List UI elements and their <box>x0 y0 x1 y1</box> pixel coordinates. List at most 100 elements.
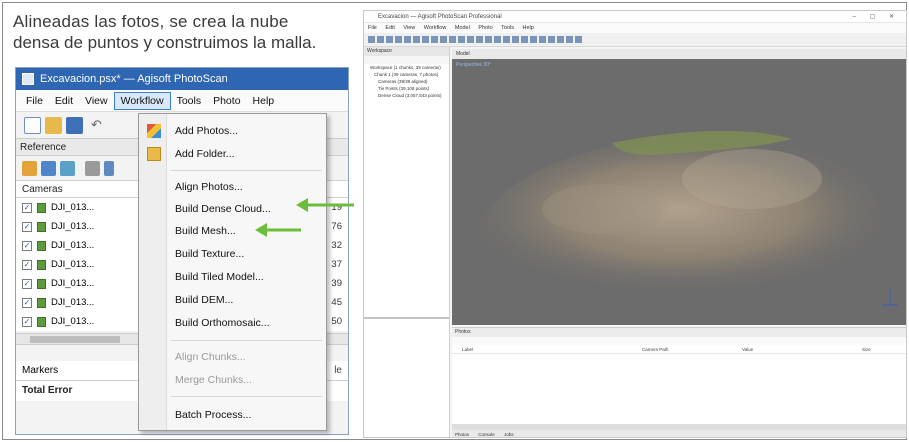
column-header[interactable]: Camera Path <box>642 345 669 354</box>
toolbar-button-icon[interactable] <box>494 36 501 43</box>
camera-icon <box>37 297 46 308</box>
screenshot-menu-item[interactable]: File <box>368 25 377 31</box>
tree-item[interactable]: Tie Points (39,108 points) <box>364 85 449 92</box>
perspective-label: Perspective 30° <box>456 62 492 68</box>
toolbar-button-icon[interactable] <box>395 36 402 43</box>
menu-view[interactable]: View <box>79 93 114 109</box>
camera-label: DJI_013... <box>51 240 95 251</box>
menu-file[interactable]: File <box>20 93 49 109</box>
tree-item[interactable]: Chunk 1 (39 cameras, 7 photos) <box>364 71 449 78</box>
menu-item-label: Build Orthomosaic... <box>175 317 270 329</box>
camera-checkbox[interactable]: ✓ <box>22 259 32 270</box>
menu-item-label: Merge Chunks... <box>175 374 253 386</box>
toolbar-button-icon[interactable] <box>404 36 411 43</box>
open-folder-icon[interactable] <box>45 116 62 134</box>
window-controls-icon: – ▢ ✕ <box>852 14 900 20</box>
toolbar-button-icon[interactable] <box>449 36 456 43</box>
screenshot-menu-item[interactable]: Workflow <box>424 25 447 31</box>
toolbar-button-icon[interactable] <box>368 36 375 43</box>
camera-icon <box>37 221 46 232</box>
menu-item-batch-process[interactable]: Batch Process... <box>139 404 326 426</box>
screenshot-menu-item[interactable]: Photo <box>478 25 492 31</box>
column-header[interactable]: Size <box>862 345 871 354</box>
camera-label: DJI_013... <box>51 316 95 327</box>
toolbar-button-icon[interactable] <box>467 36 474 43</box>
tree-item[interactable]: Cameras (39/39 aligned) <box>364 78 449 85</box>
pane-splitter[interactable] <box>364 317 449 319</box>
camera-checkbox[interactable]: ✓ <box>22 240 32 251</box>
toolbar-button-icon[interactable] <box>440 36 447 43</box>
screenshot-menu-item[interactable]: Edit <box>385 25 394 31</box>
toolbar-button-icon[interactable] <box>377 36 384 43</box>
screenshot-menu-item[interactable]: View <box>403 25 415 31</box>
import-icon[interactable] <box>22 160 37 176</box>
menu-separator <box>171 396 322 397</box>
camera-icon <box>37 316 46 327</box>
model-tab[interactable]: Model <box>452 49 906 59</box>
tab-photos[interactable]: Photos <box>455 432 469 437</box>
menu-item-align-photos[interactable]: Align Photos... <box>139 176 326 198</box>
toolbar-button-icon[interactable] <box>431 36 438 43</box>
column-header[interactable]: Label <box>462 345 473 354</box>
toolbar-button-icon[interactable] <box>539 36 546 43</box>
menu-item-build-dem[interactable]: Build DEM... <box>139 289 326 311</box>
menu-item-build-orthomosaic[interactable]: Build Orthomosaic... <box>139 312 326 334</box>
tab-jobs[interactable]: Jobs <box>504 432 514 437</box>
screenshot-menu-item[interactable]: Model <box>455 25 470 31</box>
toolbar-button-icon[interactable] <box>530 36 537 43</box>
toolbar-button-icon[interactable] <box>386 36 393 43</box>
workspace-toolbar <box>364 56 449 64</box>
camera-checkbox[interactable]: ✓ <box>22 316 32 327</box>
menu-item-label: Align Chunks... <box>175 351 246 363</box>
export-icon[interactable] <box>41 160 56 176</box>
model-viewport[interactable]: Perspective 30° <box>452 59 906 325</box>
toolbar-button-icon[interactable] <box>476 36 483 43</box>
convert-icon[interactable] <box>60 160 75 176</box>
toolbar-button-icon[interactable] <box>458 36 465 43</box>
toolbar-button-icon[interactable] <box>521 36 528 43</box>
slide-caption: Alineadas las fotos, se crea la nube den… <box>13 11 363 53</box>
column-header[interactable]: Value <box>742 345 753 354</box>
menu-help[interactable]: Help <box>247 93 281 109</box>
toolbar-button-icon[interactable] <box>548 36 555 43</box>
menu-item-add-photos[interactable]: Add Photos... <box>139 120 326 142</box>
camera-checkbox[interactable]: ✓ <box>22 221 32 232</box>
bottom-tabs: Photos Console Jobs <box>452 430 906 437</box>
toolbar-button-icon[interactable] <box>503 36 510 43</box>
menu-item-add-folder[interactable]: Add Folder... <box>139 143 326 165</box>
tab-console[interactable]: Console <box>478 432 495 437</box>
window-titlebar: Excavacion.psx* — Agisoft PhotoScan <box>16 68 348 90</box>
toolbar-button-icon[interactable] <box>575 36 582 43</box>
menu-tools[interactable]: Tools <box>171 93 208 109</box>
scrollbar-thumb[interactable] <box>30 336 120 343</box>
menu-item-build-texture[interactable]: Build Texture... <box>139 243 326 265</box>
toolbar-button-icon[interactable] <box>512 36 519 43</box>
menu-item-build-tiled-model[interactable]: Build Tiled Model... <box>139 266 326 288</box>
menu-edit[interactable]: Edit <box>49 93 79 109</box>
arrow-left-icon <box>255 223 301 237</box>
screenshot-menu-bar: File Edit View Workflow Model Photo Tool… <box>364 23 906 33</box>
toolbar-button-icon[interactable] <box>557 36 564 43</box>
screenshot-menu-item[interactable]: Tools <box>501 25 514 31</box>
tree-item[interactable]: Workspace (1 chunks, 39 cameras) <box>364 64 449 71</box>
tree-item[interactable]: Dense Cloud (3,057,543 points) <box>364 92 449 99</box>
photoscan-full-screenshot: Excavacion — Agisoft PhotoScan Professio… <box>363 10 907 438</box>
settings-icon[interactable] <box>85 160 100 176</box>
screenshot-menu-item[interactable]: Help <box>523 25 534 31</box>
toolbar-button-icon[interactable] <box>413 36 420 43</box>
undo-icon[interactable]: ↶ <box>91 117 102 133</box>
camera-checkbox[interactable]: ✓ <box>22 202 32 213</box>
photos-pane: Photos Label Camera Path Value Size Phot… <box>452 327 906 437</box>
camera-checkbox[interactable]: ✓ <box>22 297 32 308</box>
new-document-icon[interactable] <box>24 116 41 134</box>
camera-checkbox[interactable]: ✓ <box>22 278 32 289</box>
save-icon[interactable] <box>66 116 83 134</box>
workflow-dropdown-menu: Add Photos... Add Folder... Align Photos… <box>138 113 327 431</box>
menu-item-label: Build DEM... <box>175 294 234 306</box>
menu-photo[interactable]: Photo <box>207 93 246 109</box>
menu-workflow[interactable]: Workflow <box>113 91 171 110</box>
update-icon[interactable] <box>104 160 114 176</box>
toolbar-button-icon[interactable] <box>422 36 429 43</box>
toolbar-button-icon[interactable] <box>566 36 573 43</box>
toolbar-button-icon[interactable] <box>485 36 492 43</box>
